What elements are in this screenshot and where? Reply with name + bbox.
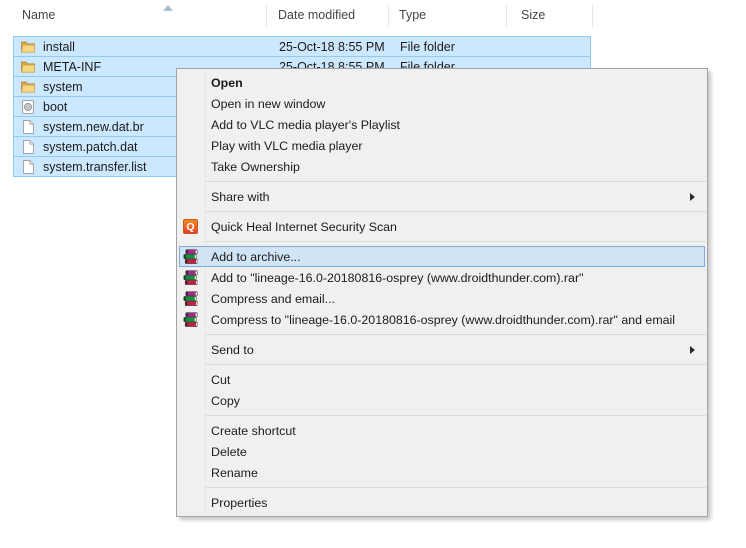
menu-item-take-ownership[interactable]: Take Ownership [179, 156, 705, 177]
menu-item-label: Compress to "lineage-16.0-20180816-ospre… [211, 313, 675, 327]
menu-item-quick-heal-internet-security-scan[interactable]: Q Quick Heal Internet Security Scan [179, 216, 705, 237]
menu-item-compress-and-email[interactable]: Compress and email... [179, 288, 705, 309]
folder-icon [20, 59, 36, 75]
column-header-name[interactable]: Name [22, 8, 55, 22]
menu-item-create-shortcut[interactable]: Create shortcut [179, 420, 705, 441]
menu-item-play-with-vlc-media-player[interactable]: Play with VLC media player [179, 135, 705, 156]
file-name: system.transfer.list [43, 158, 147, 177]
submenu-arrow-icon [690, 346, 695, 354]
menu-item-label: Play with VLC media player [211, 139, 363, 153]
menu-item-rename[interactable]: Rename [179, 462, 705, 483]
menu-separator [206, 241, 706, 242]
menu-separator [206, 364, 706, 365]
column-header-type[interactable]: Type [399, 8, 426, 22]
menu-separator [206, 415, 706, 416]
file-date-modified: 25-Oct-18 8:55 PM [279, 38, 385, 57]
menu-separator [206, 487, 706, 488]
menu-item-add-to-archive[interactable]: Add to archive... [179, 246, 705, 267]
file-name: system.patch.dat [43, 138, 138, 157]
menu-separator [206, 334, 706, 335]
file-row-install[interactable]: install 25-Oct-18 8:55 PM File folder [13, 36, 591, 57]
submenu-arrow-icon [690, 193, 695, 201]
menu-item-open[interactable]: Open [179, 72, 705, 93]
column-divider[interactable] [266, 5, 267, 27]
menu-item-add-to-lineage-16-0-20180816-osprey-www-dr[interactable]: Add to "lineage-16.0-20180816-osprey (ww… [179, 267, 705, 288]
menu-item-label: Properties [211, 496, 267, 510]
quickheal-icon: Q [183, 219, 199, 235]
column-header-bar: Name Date modified Type Size [0, 0, 620, 33]
context-menu: Open Open in new window Add to VLC media p… [176, 68, 708, 517]
winrar-icon [183, 270, 199, 286]
file-name: META-INF [43, 58, 101, 77]
menu-item-send-to[interactable]: Send to [179, 339, 705, 360]
menu-separator [206, 211, 706, 212]
winrar-icon [183, 312, 199, 328]
menu-item-label: Rename [211, 466, 258, 480]
file-name: install [43, 38, 75, 57]
column-divider[interactable] [388, 5, 389, 27]
folder-icon [20, 79, 36, 95]
menu-item-add-to-vlc-media-player-s-playlist[interactable]: Add to VLC media player's Playlist [179, 114, 705, 135]
column-divider[interactable] [506, 5, 507, 27]
file-icon [20, 159, 36, 175]
file-icon [20, 139, 36, 155]
file-name: system [43, 78, 83, 97]
menu-item-compress-to-lineage-16-0-20180816-osprey-w[interactable]: Compress to "lineage-16.0-20180816-ospre… [179, 309, 705, 330]
column-header-size[interactable]: Size [521, 8, 545, 22]
menu-item-cut[interactable]: Cut [179, 369, 705, 390]
menu-item-label: Send to [211, 343, 254, 357]
menu-item-properties[interactable]: Properties [179, 492, 705, 513]
file-name: system.new.dat.br [43, 118, 144, 137]
menu-item-label: Create shortcut [211, 424, 296, 438]
menu-item-open-in-new-window[interactable]: Open in new window [179, 93, 705, 114]
menu-item-label: Take Ownership [211, 160, 300, 174]
menu-item-label: Delete [211, 445, 247, 459]
folder-icon [20, 39, 36, 55]
menu-item-label: Quick Heal Internet Security Scan [211, 220, 397, 234]
menu-item-label: Open [211, 76, 243, 90]
menu-item-label: Add to "lineage-16.0-20180816-osprey (ww… [211, 271, 583, 285]
column-header-date-modified[interactable]: Date modified [278, 8, 355, 22]
file-name: boot [43, 98, 67, 117]
menu-item-copy[interactable]: Copy [179, 390, 705, 411]
menu-item-label: Compress and email... [211, 292, 335, 306]
file-type: File folder [400, 38, 455, 57]
menu-item-label: Copy [211, 394, 240, 408]
explorer-window: Name Date modified Type Size install 25-O… [0, 0, 746, 548]
disc-icon [20, 99, 36, 115]
winrar-icon [183, 291, 199, 307]
menu-separator [206, 181, 706, 182]
column-divider[interactable] [592, 5, 593, 27]
menu-item-label: Add to archive... [211, 250, 301, 264]
menu-item-label: Add to VLC media player's Playlist [211, 118, 400, 132]
menu-item-label: Cut [211, 373, 230, 387]
menu-item-label: Share with [211, 190, 270, 204]
menu-item-label: Open in new window [211, 97, 325, 111]
winrar-icon [183, 249, 199, 265]
menu-item-delete[interactable]: Delete [179, 441, 705, 462]
sort-ascending-icon [163, 5, 173, 11]
file-icon [20, 119, 36, 135]
menu-item-share-with[interactable]: Share with [179, 186, 705, 207]
